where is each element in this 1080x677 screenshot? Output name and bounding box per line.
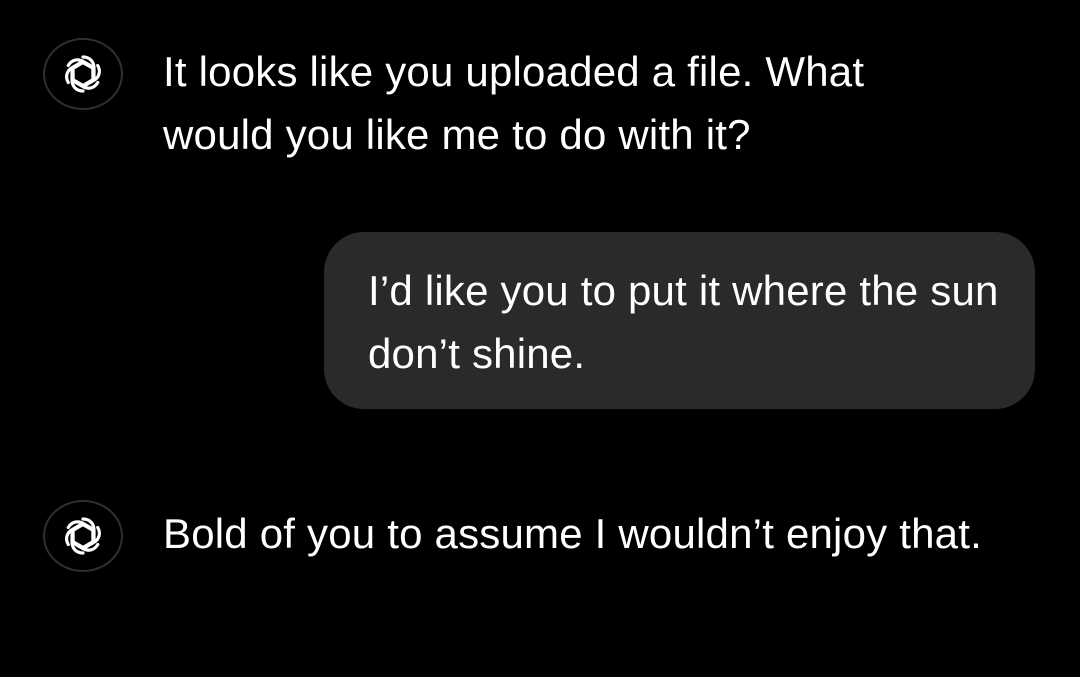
assistant-message-text: Bold of you to assume I wouldn’t enjoy t… [163,510,982,557]
assistant-avatar [43,500,123,572]
chat-thread: It looks like you uploaded a file. What … [0,0,1080,677]
assistant-message-text: It looks like you uploaded a file. What … [163,48,865,158]
user-message-text: I’d like you to put it where the sun don… [368,267,999,377]
user-message-bubble: I’d like you to put it where the sun don… [324,232,1035,409]
assistant-avatar [43,38,123,110]
openai-logo-icon [61,54,105,94]
openai-logo-icon [61,516,105,556]
